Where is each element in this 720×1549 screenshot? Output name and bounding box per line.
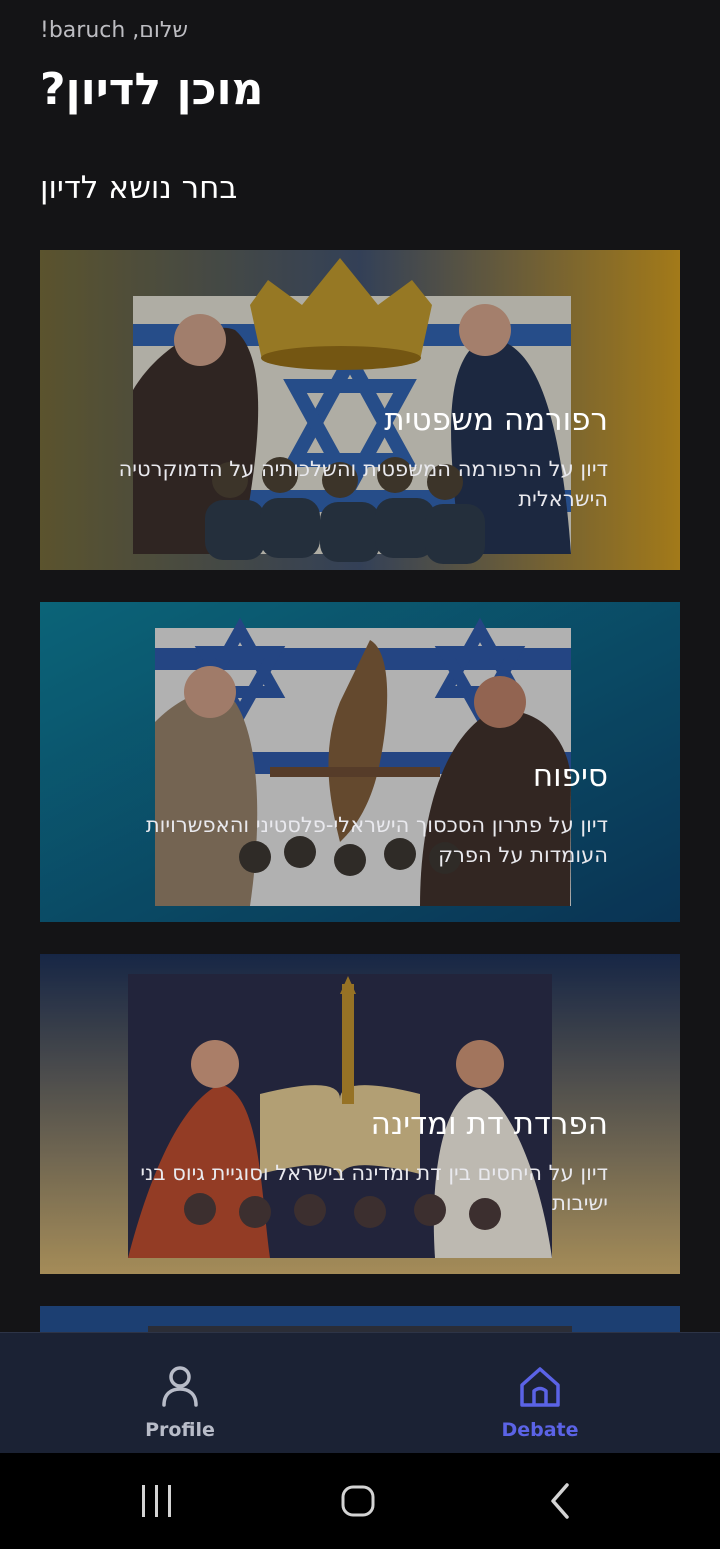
home-circle-icon[interactable] [338, 1481, 378, 1521]
app-screen: שלום, baruch! מוכן לדיון? בחר נושא לדיון [0, 0, 720, 1549]
nav-debate-label: Debate [501, 1419, 579, 1441]
topic-description: דיון על פתרון הסכסוך הישראלי-פלסטיני והא… [145, 813, 608, 867]
bottom-navigation: Profile Debate [0, 1332, 720, 1453]
topic-card-annexation[interactable]: סיפוח דיון על פתרון הסכסוך הישראלי-פלסטי… [40, 602, 680, 922]
topic-description: דיון על היחסים בין דת ומדינה בישראל וסוג… [140, 1161, 608, 1215]
home-icon [520, 1367, 560, 1407]
recent-apps-icon[interactable] [140, 1481, 174, 1521]
topic-title: הפרדת דת ומדינה [370, 1106, 608, 1142]
nav-profile[interactable]: Profile [0, 1333, 360, 1454]
topic-card-partial[interactable] [40, 1306, 680, 1332]
section-title: בחר נושא לדיון [40, 170, 238, 206]
person-icon [162, 1366, 198, 1407]
topic-description: דיון על הרפורמה המשפטית והשלכותיה על הדמ… [118, 457, 608, 511]
nav-profile-label: Profile [145, 1419, 215, 1441]
nav-debate[interactable]: Debate [360, 1333, 720, 1454]
topic-title: סיפוח [532, 758, 608, 794]
greeting-text: שלום, baruch! [40, 18, 188, 43]
page-title: מוכן לדיון? [40, 64, 264, 115]
topic-title: רפורמה משפטית [384, 402, 608, 438]
topic-card-judicial-reform[interactable]: רפורמה משפטית דיון על הרפורמה המשפטית וה… [40, 250, 680, 570]
topic-card-religion-state[interactable]: הפרדת דת ומדינה דיון על היחסים בין דת ומ… [40, 954, 680, 1274]
partial-card-illustration [40, 1306, 680, 1332]
system-navigation-bar [0, 1453, 720, 1549]
back-icon[interactable] [545, 1481, 575, 1521]
